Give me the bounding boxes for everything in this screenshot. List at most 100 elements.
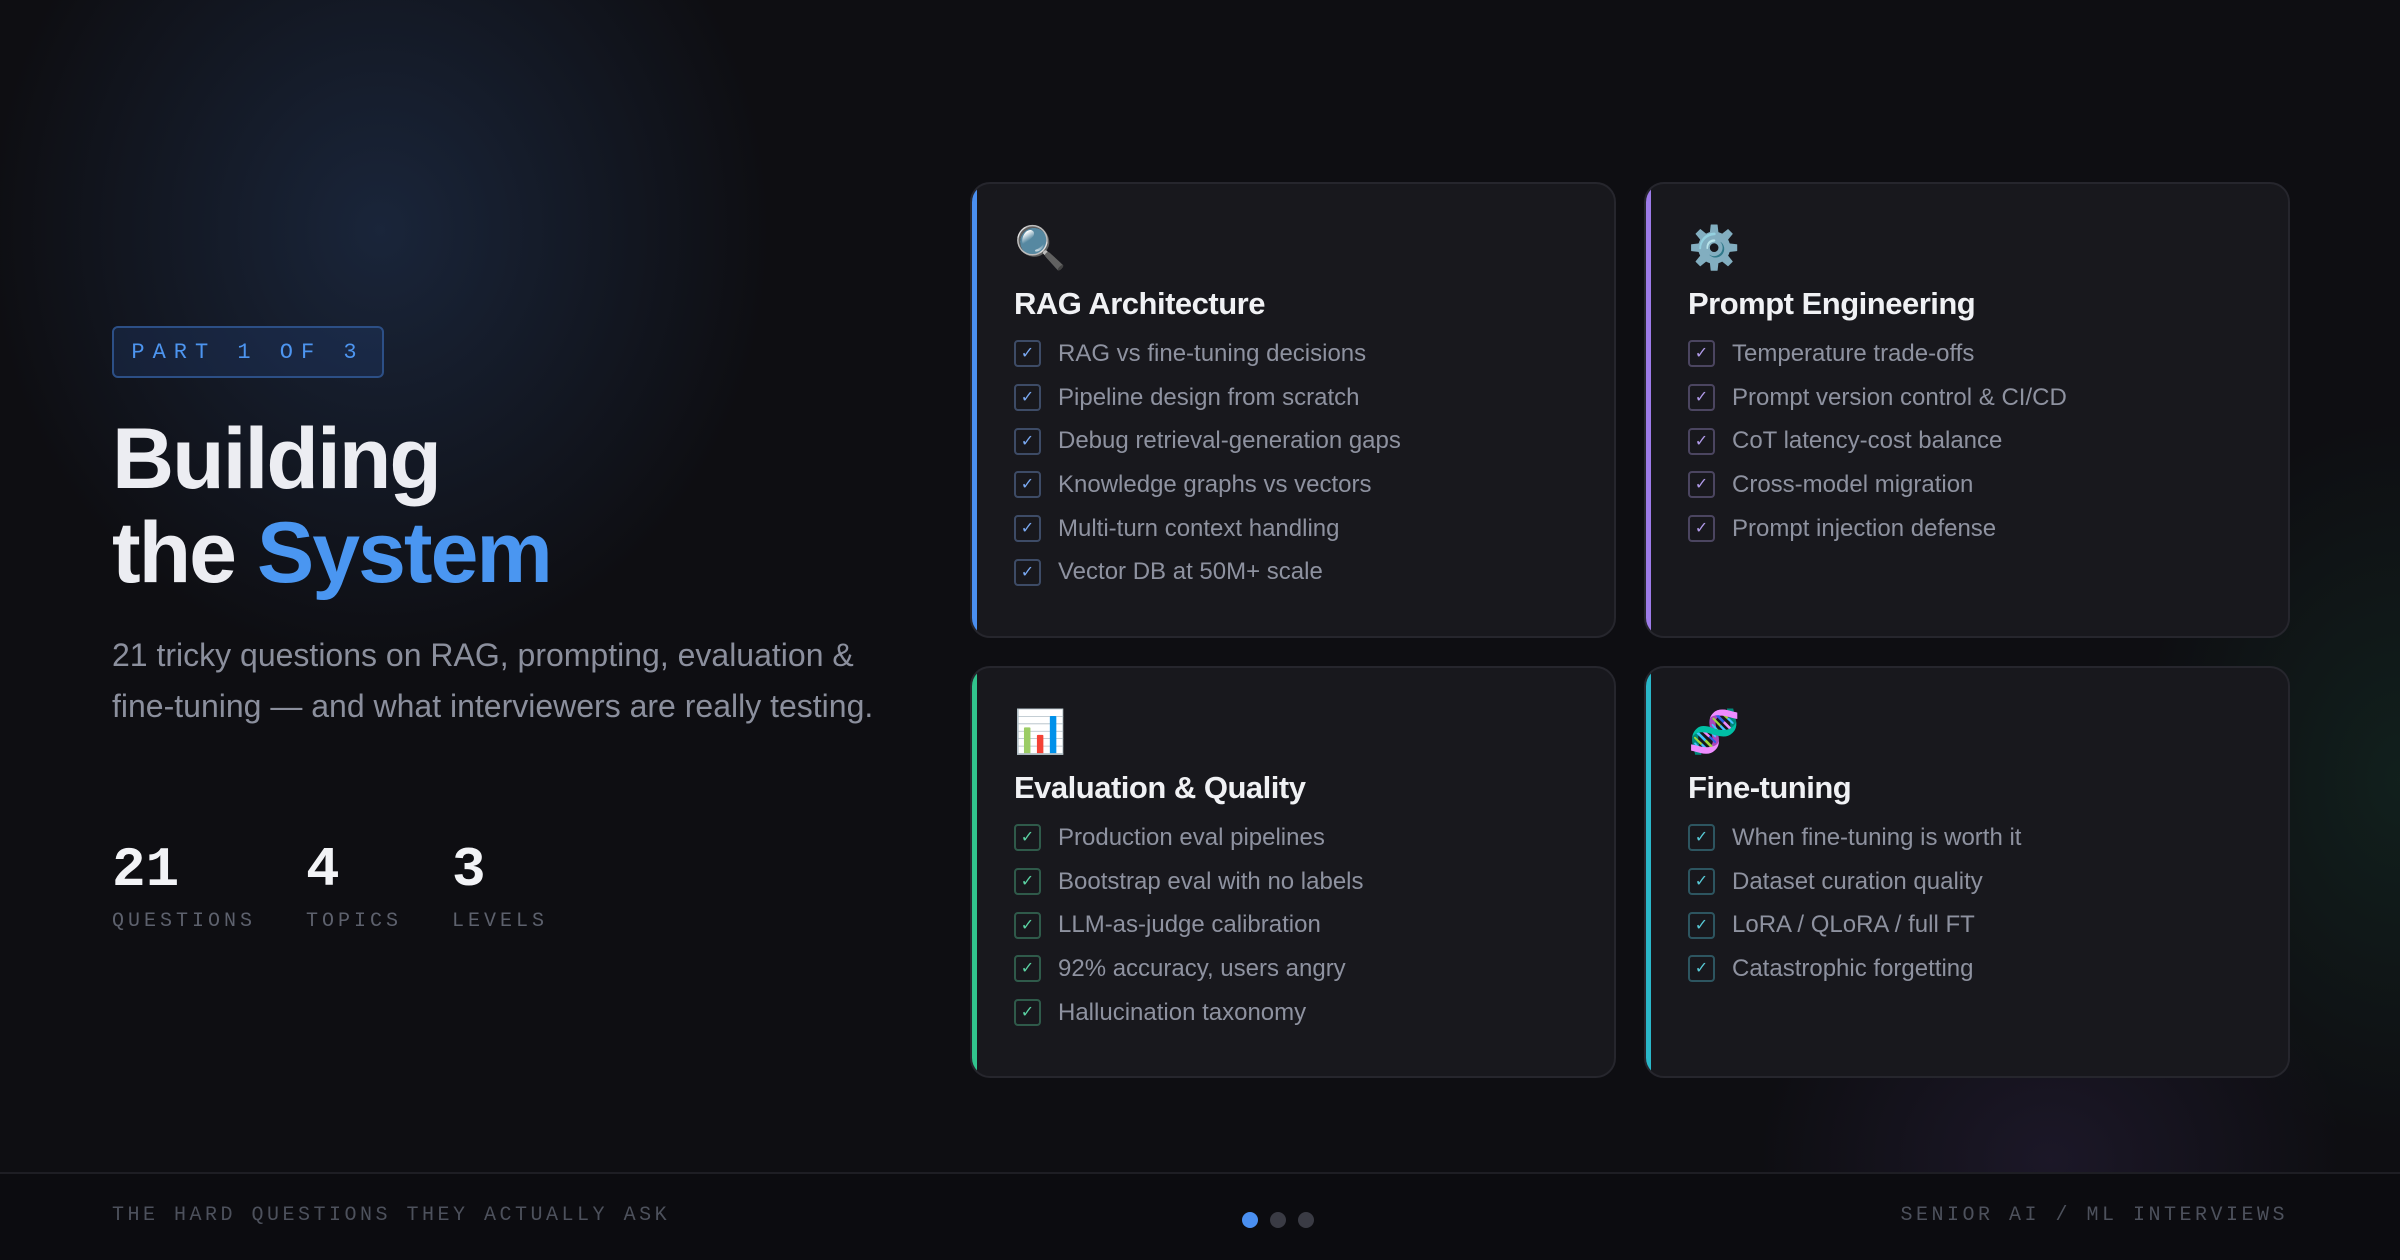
list-item: ✓ Bootstrap eval with no labels [1014, 860, 1614, 904]
list-item: ✓ CoT latency-cost balance [1688, 419, 2288, 463]
topic-list: ✓ RAG vs fine-tuning decisions ✓ Pipeline … [1014, 332, 1614, 594]
stat-levels: 3 LEVELS [452, 840, 548, 933]
list-item: ✓ Pipeline design from scratch [1014, 376, 1614, 420]
stats-row: 21 QUESTIONS 4 TOPICS 3 LEVELS [112, 840, 548, 933]
footer-tagline: THE HARD QUESTIONS THEY ACTUALLY ASK [112, 1204, 671, 1227]
checkbox-icon: ✓ [1014, 427, 1041, 455]
stat-label: LEVELS [452, 910, 549, 933]
list-item-label: Prompt injection defense [1732, 514, 1997, 542]
checkbox-icon: ✓ [1014, 340, 1041, 368]
list-item: ✓ LoRA / QLoRA / full FT [1688, 903, 2288, 947]
stat-value: 4 [306, 838, 340, 902]
topic-list: ✓ When fine-tuning is worth it ✓ Dataset c… [1688, 816, 2288, 991]
topic-list: ✓ Production eval pipelines ✓ Bootstrap ev… [1014, 816, 1614, 1034]
list-item-label: Multi-turn context handling [1058, 514, 1340, 542]
list-item-label: Production eval pipelines [1058, 823, 1325, 851]
page-dot-3[interactable] [1298, 1212, 1314, 1228]
page-dot-2[interactable] [1270, 1212, 1286, 1228]
checkbox-icon: ✓ [1014, 868, 1041, 896]
page-title: Building the System [112, 411, 553, 601]
list-item: ✓ Dataset curation quality [1688, 860, 2288, 904]
footer-series-label: SENIOR AI / ML INTERVIEWS [1900, 1204, 2288, 1227]
topic-list: ✓ Temperature trade-offs ✓ Prompt version … [1688, 332, 2288, 550]
list-item-label: RAG vs fine-tuning decisions [1058, 339, 1367, 367]
checkbox-icon: ✓ [1014, 824, 1041, 852]
list-item: ✓ Production eval pipelines [1014, 816, 1614, 860]
title-prefix: the [112, 505, 237, 601]
list-item: ✓ RAG vs fine-tuning decisions [1014, 332, 1614, 376]
list-item-label: Knowledge graphs vs vectors [1058, 470, 1372, 498]
card-title: RAG Architecture [1014, 286, 1265, 321]
list-item-label: Vector DB at 50M+ scale [1058, 558, 1323, 586]
list-item-label: 92% accuracy, users angry [1058, 954, 1346, 982]
card-title: Fine-tuning [1688, 770, 1852, 805]
stat-questions: 21 QUESTIONS [112, 840, 256, 933]
slide: PART 1 OF 3 Building the System 21 trick… [0, 0, 2400, 1260]
list-item-label: Temperature trade-offs [1732, 339, 1975, 367]
checkbox-icon: ✓ [1688, 515, 1715, 543]
stat-value: 3 [452, 838, 486, 902]
page-dot-1[interactable] [1242, 1212, 1258, 1228]
checkbox-icon: ✓ [1014, 911, 1041, 939]
list-item-label: Bootstrap eval with no labels [1058, 867, 1364, 895]
list-item-label: CoT latency-cost balance [1732, 427, 2003, 455]
pagination-dots [1242, 1212, 1314, 1228]
list-item-label: Dataset curation quality [1732, 867, 1983, 895]
list-item-label: Pipeline design from scratch [1058, 383, 1360, 411]
list-item-label: LLM-as-judge calibration [1058, 911, 1321, 939]
stat-label: QUESTIONS [112, 910, 257, 933]
list-item: ✓ Prompt version control & CI/CD [1688, 376, 2288, 420]
checkbox-icon: ✓ [1688, 911, 1715, 939]
checkbox-icon: ✓ [1688, 340, 1715, 368]
checkbox-icon: ✓ [1014, 384, 1041, 412]
list-item: ✓ Vector DB at 50M+ scale [1014, 550, 1614, 594]
list-item: ✓ 92% accuracy, users angry [1014, 947, 1614, 991]
subtitle: 21 tricky questions on RAG, prompting, e… [112, 637, 874, 724]
list-item: ✓ Knowledge graphs vs vectors [1014, 463, 1614, 507]
list-item-label: Prompt version control & CI/CD [1732, 383, 2067, 411]
bar-chart-icon: 📊 [1014, 708, 1067, 755]
list-item-label: Catastrophic forgetting [1732, 954, 1974, 982]
topic-card-prompt: ⚙️ Prompt Engineering ✓ Temperature trade… [1644, 182, 2290, 638]
card-title: Evaluation & Quality [1014, 770, 1306, 805]
checkbox-icon: ✓ [1688, 868, 1715, 896]
list-item: ✓ Hallucination taxonomy [1014, 991, 1614, 1035]
checkbox-icon: ✓ [1688, 955, 1715, 983]
list-item: ✓ Temperature trade-offs [1688, 332, 2288, 376]
list-item-label: LoRA / QLoRA / full FT [1732, 911, 1975, 939]
topic-card-fine-tuning: 🧬 Fine-tuning ✓ When fine-tuning is worth… [1644, 666, 2290, 1078]
checkbox-icon: ✓ [1688, 824, 1715, 852]
footer: THE HARD QUESTIONS THEY ACTUALLY ASK SEN… [0, 1172, 2400, 1260]
topic-card-evaluation: 📊 Evaluation & Quality ✓ Production eval … [970, 666, 1616, 1078]
list-item: ✓ Debug retrieval-generation gaps [1014, 419, 1614, 463]
card-title: Prompt Engineering [1688, 286, 1976, 321]
checkbox-icon: ✓ [1014, 471, 1041, 499]
list-item: ✓ When fine-tuning is worth it [1688, 816, 2288, 860]
checkbox-icon: ✓ [1688, 384, 1715, 412]
checkbox-icon: ✓ [1688, 471, 1715, 499]
stat-value: 21 [112, 838, 180, 902]
checkbox-icon: ✓ [1014, 515, 1041, 543]
part-badge: PART 1 OF 3 [112, 326, 384, 378]
gear-icon: ⚙️ [1688, 224, 1741, 271]
list-item-label: When fine-tuning is worth it [1732, 823, 2022, 851]
title-accent: System [256, 505, 553, 601]
list-item: ✓ LLM-as-judge calibration [1014, 903, 1614, 947]
stat-label: TOPICS [306, 910, 403, 933]
checkbox-icon: ✓ [1688, 427, 1715, 455]
title-line-2: the System [112, 505, 553, 601]
list-item-label: Debug retrieval-generation gaps [1058, 427, 1401, 455]
list-item-label: Hallucination taxonomy [1058, 998, 1307, 1026]
checkbox-icon: ✓ [1014, 955, 1041, 983]
list-item: ✓ Prompt injection defense [1688, 507, 2288, 551]
list-item: ✓ Cross-model migration [1688, 463, 2288, 507]
list-item: ✓ Multi-turn context handling [1014, 507, 1614, 551]
list-item: ✓ Catastrophic forgetting [1688, 947, 2288, 991]
topic-card-rag: 🔍 RAG Architecture ✓ RAG vs fine-tuning d… [970, 182, 1616, 638]
checkbox-icon: ✓ [1014, 558, 1041, 586]
dna-icon: 🧬 [1688, 708, 1741, 755]
list-item-label: Cross-model migration [1732, 470, 1974, 498]
stat-topics: 4 TOPICS [306, 840, 402, 933]
checkbox-icon: ✓ [1014, 999, 1041, 1027]
title-line-1: Building [112, 411, 442, 507]
